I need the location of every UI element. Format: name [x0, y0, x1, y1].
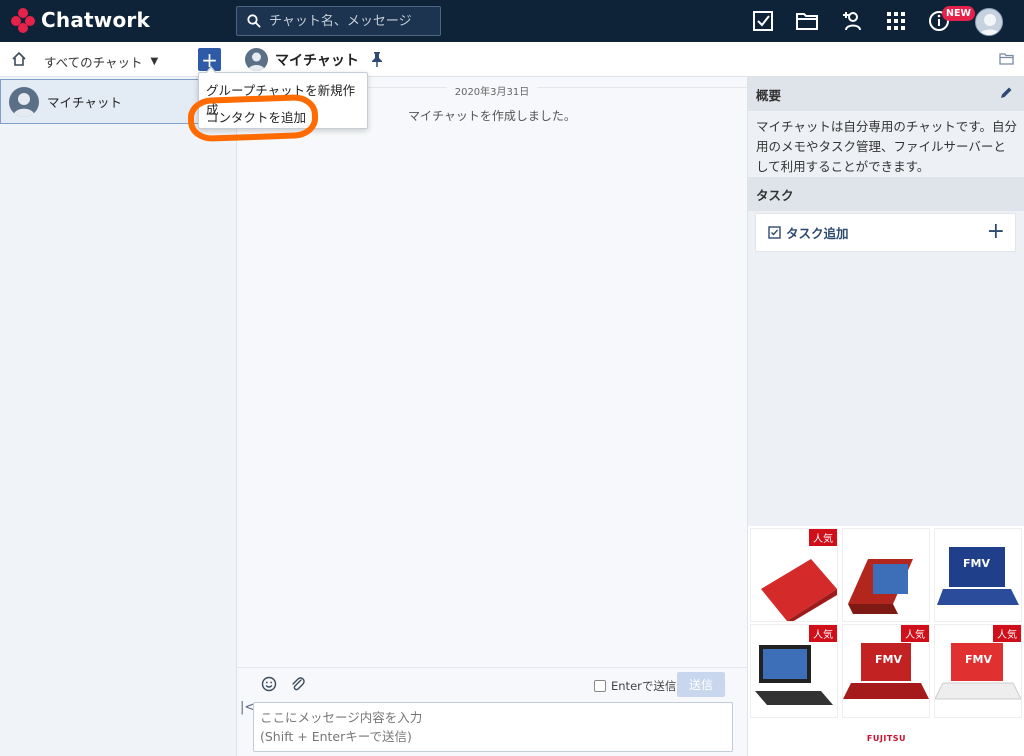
- plus-icon[interactable]: +: [987, 221, 1005, 243]
- user-avatar[interactable]: [975, 8, 1003, 36]
- edit-icon[interactable]: [1000, 86, 1013, 102]
- overview-title: 概要: [756, 87, 782, 103]
- ad-badge: 人気: [809, 625, 837, 642]
- ad-product-tile[interactable]: FMV: [934, 528, 1022, 622]
- app-header: Chatwork NEW: [0, 0, 1024, 42]
- fmv-logo: FMV: [965, 653, 992, 666]
- overview-section-header: 概要: [748, 77, 1024, 111]
- highlight-annotation: [187, 93, 319, 143]
- new-badge: NEW: [942, 6, 975, 21]
- ad-badge: 人気: [993, 625, 1021, 642]
- enter-to-send-checkbox[interactable]: [594, 680, 606, 692]
- ad-brand-logo: FUJITSU: [866, 734, 907, 743]
- enter-to-send-label: Enterで送信: [611, 679, 677, 693]
- ad-badge: 人気: [901, 625, 929, 642]
- chat-files-icon[interactable]: [999, 52, 1014, 69]
- fmv-logo: FMV: [875, 653, 902, 666]
- emoji-icon[interactable]: [261, 676, 277, 696]
- search-icon: [247, 14, 261, 28]
- enter-to-send-option[interactable]: Enterで送信: [594, 678, 676, 694]
- chatwork-logo[interactable]: Chatwork: [10, 7, 150, 33]
- chatwork-logo-icon: [11, 8, 35, 33]
- attachment-icon[interactable]: [290, 676, 306, 696]
- chat-filter-label: すべてのチャット: [44, 55, 143, 70]
- message-input[interactable]: [253, 702, 733, 752]
- checkbox-icon: [768, 226, 781, 239]
- search-box[interactable]: [236, 6, 441, 36]
- dropdown-caret-fill: [206, 68, 216, 74]
- task-title: タスク: [756, 187, 794, 203]
- message-timeline: 2020年3月31日 マイチャットを作成しました。: [237, 77, 747, 667]
- chat-sidebar: すべてのチャット ▼ + マイチャット: [0, 42, 237, 756]
- task-section-header: タスク: [748, 177, 1024, 211]
- advertisement[interactable]: ⓘ✕ 人気 FMV 人気 FMV 人気 FMV 人気 FUJITSU: [747, 526, 1024, 756]
- chat-name: マイチャット: [47, 95, 122, 110]
- chat-title: マイチャット: [275, 53, 359, 69]
- chat-avatar: [9, 86, 39, 117]
- add-task-label: タスク追加: [786, 226, 849, 241]
- chat-header-avatar: [245, 48, 268, 71]
- ad-badge: 人気: [809, 529, 837, 546]
- folder-icon[interactable]: [795, 9, 819, 33]
- date-label: 2020年3月31日: [446, 87, 538, 98]
- apps-grid-icon[interactable]: [884, 9, 908, 33]
- ad-product-tile[interactable]: 人気: [750, 528, 838, 622]
- overview-description: マイチャットは自分専用のチャットです。自分用のメモやタスク管理、ファイルサーバー…: [756, 119, 1018, 174]
- ad-product-tile[interactable]: 人気: [750, 624, 838, 718]
- home-icon[interactable]: [11, 51, 27, 71]
- ad-product-tile[interactable]: [842, 528, 930, 622]
- chat-info-panel: 概要 マイチャットは自分専用のチャットです。自分用のメモやタスク管理、ファイルサ…: [747, 77, 1024, 526]
- ad-product-tile[interactable]: FMV 人気: [842, 624, 930, 718]
- caret-down-icon: ▼: [150, 56, 159, 67]
- send-button[interactable]: 送信: [677, 672, 725, 697]
- chat-filter-dropdown[interactable]: すべてのチャット ▼: [44, 52, 158, 71]
- search-input[interactable]: [269, 13, 429, 29]
- pin-icon[interactable]: [371, 51, 383, 71]
- message-composer: Enterで送信 送信 |<: [237, 667, 747, 756]
- add-contact-icon[interactable]: [840, 9, 864, 33]
- task-check-icon[interactable]: [751, 9, 775, 33]
- logo-text: Chatwork: [41, 8, 150, 32]
- ad-product-tile[interactable]: FMV 人気: [934, 624, 1022, 718]
- fmv-logo: FMV: [963, 557, 990, 570]
- add-task-button[interactable]: タスク追加 +: [755, 213, 1016, 252]
